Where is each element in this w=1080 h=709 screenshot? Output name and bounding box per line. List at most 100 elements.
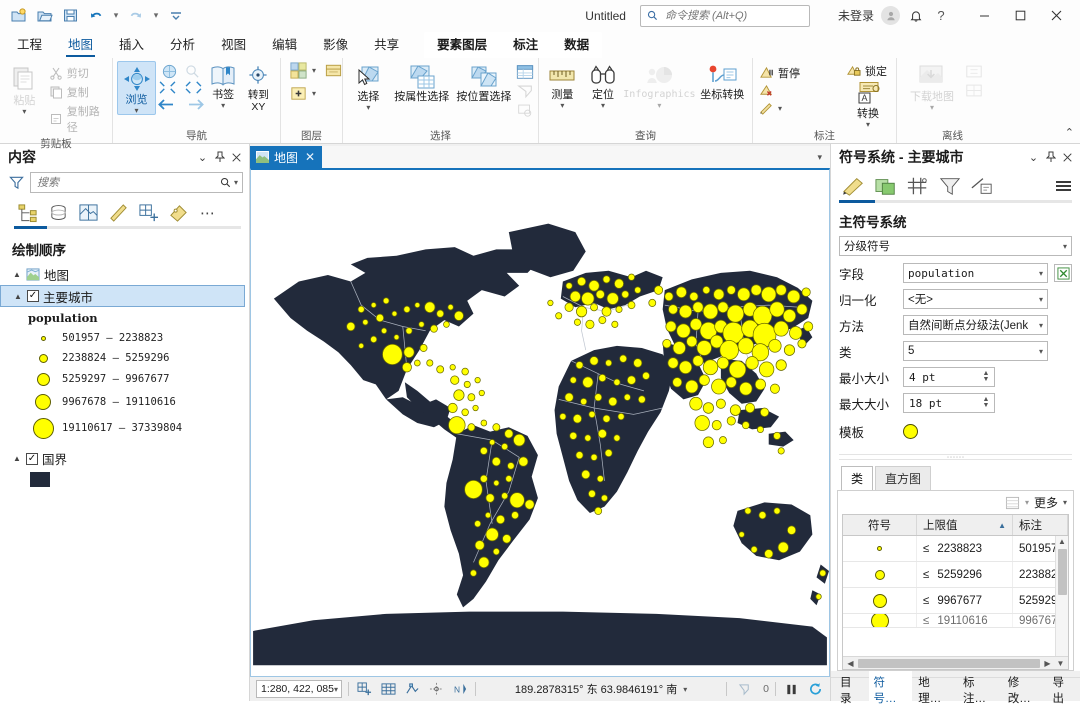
ribbon-tab-labeling[interactable]: 标注	[500, 30, 551, 58]
more-label[interactable]: 更多	[1034, 494, 1058, 511]
ribbon-tab-insert[interactable]: 插入	[106, 30, 157, 58]
advanced-symbology-icon[interactable]	[967, 173, 997, 199]
bottom-tab-labeling[interactable]: 标注…	[958, 671, 1002, 709]
sync-icon[interactable]	[965, 64, 983, 79]
layer-visibility-checkbox[interactable]: ✓	[27, 290, 39, 302]
symbology-menu-icon[interactable]: ⌄	[1025, 148, 1042, 166]
refresh-icon[interactable]	[806, 680, 824, 698]
chevron-down-icon[interactable]: ▾	[817, 152, 822, 163]
ribbon-tab-data[interactable]: 数据	[551, 30, 602, 58]
bottom-tab-catalog[interactable]: 目录	[835, 671, 868, 709]
grid-icon[interactable]	[379, 680, 397, 698]
measure-button[interactable]: 测量 ▾	[543, 61, 582, 109]
classes-table-hscrollbar[interactable]: ◀ ▶ ▼	[843, 656, 1068, 669]
coordinate-conversion-button[interactable]: 坐标转换	[696, 61, 748, 101]
expand-triangle-icon[interactable]: ▲	[12, 270, 22, 279]
crosshair-icon[interactable]	[427, 680, 445, 698]
table-row[interactable]: ≤19110616 996767	[843, 614, 1055, 628]
row-upper-value[interactable]: ≤9967677	[917, 588, 1013, 613]
label-style-dropdown-icon[interactable]: ▾	[778, 105, 782, 112]
more-icon[interactable]: ⋯	[194, 200, 222, 225]
view-tab-map[interactable]: 地图 ✕	[250, 146, 322, 168]
add-grid-icon[interactable]	[355, 680, 373, 698]
previous-extent-icon[interactable]	[157, 98, 175, 111]
basemap-icon[interactable]	[289, 61, 308, 80]
select-by-attributes-button[interactable]: 按属性选择	[392, 61, 452, 103]
row-label[interactable]: 525929	[1013, 588, 1055, 613]
scroll-left-icon[interactable]: ◀	[845, 659, 856, 668]
copy-button[interactable]: 复制	[47, 83, 108, 101]
map-view[interactable]	[250, 168, 830, 677]
contents-close-icon[interactable]	[228, 148, 245, 166]
goto-xy-button[interactable]: 转到 XY	[241, 61, 276, 113]
notifications-bell-icon[interactable]	[907, 7, 925, 25]
download-map-dropdown-icon[interactable]: ▾	[930, 104, 934, 111]
stepper-arrows-icon[interactable]: ▲▼	[980, 397, 994, 409]
locate-dropdown-icon[interactable]: ▾	[601, 102, 605, 109]
row-upper-value[interactable]: ≤2238823	[917, 536, 1013, 561]
pane-splitter[interactable]: ⋯⋯	[839, 454, 1072, 460]
contents-search-dropdown-icon[interactable]: ▾	[234, 179, 238, 186]
remove-label-button[interactable]	[757, 83, 840, 99]
bottom-tab-modify[interactable]: 修改…	[1003, 671, 1047, 709]
ribbon-tab-project[interactable]: 工程	[4, 30, 55, 58]
class-list-view-icon[interactable]	[1005, 496, 1020, 510]
basemap-dropdown-icon[interactable]: ▾	[312, 67, 316, 74]
new-project-icon[interactable]	[6, 4, 30, 28]
chevron-down-icon[interactable]: ▾	[1063, 242, 1067, 251]
convert-labels-dropdown-icon[interactable]: ▾	[866, 121, 870, 128]
list-by-drawing-order-icon[interactable]	[14, 200, 42, 225]
next-extent-icon[interactable]	[187, 98, 205, 111]
layer-visibility-checkbox[interactable]: ✓	[26, 453, 38, 465]
class-view-dropdown-icon[interactable]: ▾	[1025, 499, 1029, 506]
clear-selection-icon[interactable]	[516, 83, 534, 99]
help-icon[interactable]: ?	[932, 8, 950, 23]
ribbon-tab-view[interactable]: 视图	[208, 30, 259, 58]
primary-symbology-type-select[interactable]: 分级符号 ▾	[839, 236, 1072, 256]
classes-select[interactable]: 5 ▾	[903, 341, 1048, 361]
minimize-button[interactable]	[966, 2, 1002, 30]
symbology-pin-icon[interactable]	[1042, 148, 1059, 166]
primary-symbology-icon[interactable]	[839, 173, 869, 199]
ribbon-tab-share[interactable]: 共享	[361, 30, 412, 58]
bottom-tab-export[interactable]: 导出	[1048, 671, 1080, 709]
ribbon-tab-analysis[interactable]: 分析	[157, 30, 208, 58]
column-header-symbol[interactable]: 符号	[843, 515, 917, 535]
locate-button[interactable]: 定位 ▾	[584, 61, 623, 109]
expand-triangle-icon[interactable]: ▲	[12, 454, 22, 463]
options-menu-icon[interactable]	[1052, 175, 1074, 197]
symbol-filter-icon[interactable]	[935, 173, 965, 199]
coordinate-format-dropdown-icon[interactable]: ▾	[683, 686, 687, 693]
command-search-input[interactable]	[663, 9, 803, 23]
bottom-tab-geoprocessing[interactable]: 地理…	[913, 671, 957, 709]
select-dropdown-icon[interactable]: ▾	[366, 104, 370, 111]
chevron-down-icon[interactable]: ▾	[1039, 295, 1043, 304]
account-area[interactable]: 未登录 ?	[838, 6, 950, 25]
paste-dropdown-icon[interactable]: ▾	[22, 108, 26, 115]
redo-icon[interactable]	[124, 4, 148, 28]
snapping-icon[interactable]	[403, 680, 421, 698]
scale-selector[interactable]: 1:280, 422, 085 ▾	[256, 680, 342, 698]
method-select[interactable]: 自然间断点分级法(Jenk ▾	[903, 315, 1048, 335]
open-project-icon[interactable]	[32, 4, 56, 28]
select-button[interactable]: 选择 ▾	[347, 61, 390, 111]
download-map-button[interactable]: 下载地图 ▾	[901, 61, 963, 111]
symbology-close-icon[interactable]	[1059, 148, 1076, 166]
row-label[interactable]: 996767	[1013, 614, 1055, 627]
attribute-table-icon[interactable]	[516, 64, 534, 80]
scroll-down-icon[interactable]: ▼	[1055, 659, 1066, 668]
chevron-down-icon[interactable]: ▾	[1039, 321, 1043, 330]
row-label[interactable]: 501957	[1013, 536, 1055, 561]
zoom-in-extent-icon[interactable]	[159, 81, 176, 94]
toc-map-node[interactable]: ▲ 地图	[0, 264, 249, 285]
table-row[interactable]: ≤2238823 501957	[843, 536, 1055, 562]
row-upper-value[interactable]: ≤5259296	[917, 562, 1013, 587]
pause-labeling-button[interactable]: 暂停	[757, 64, 840, 82]
row-label[interactable]: 223882	[1013, 562, 1055, 587]
list-by-data-source-icon[interactable]	[44, 200, 72, 225]
copy-path-button[interactable]: 复制路径	[47, 102, 108, 136]
pause-drawing-icon[interactable]	[782, 680, 800, 698]
tab-histogram[interactable]: 直方图	[875, 466, 931, 490]
explore-dropdown-icon[interactable]: ▾	[135, 107, 139, 114]
row-symbol[interactable]	[843, 536, 917, 561]
